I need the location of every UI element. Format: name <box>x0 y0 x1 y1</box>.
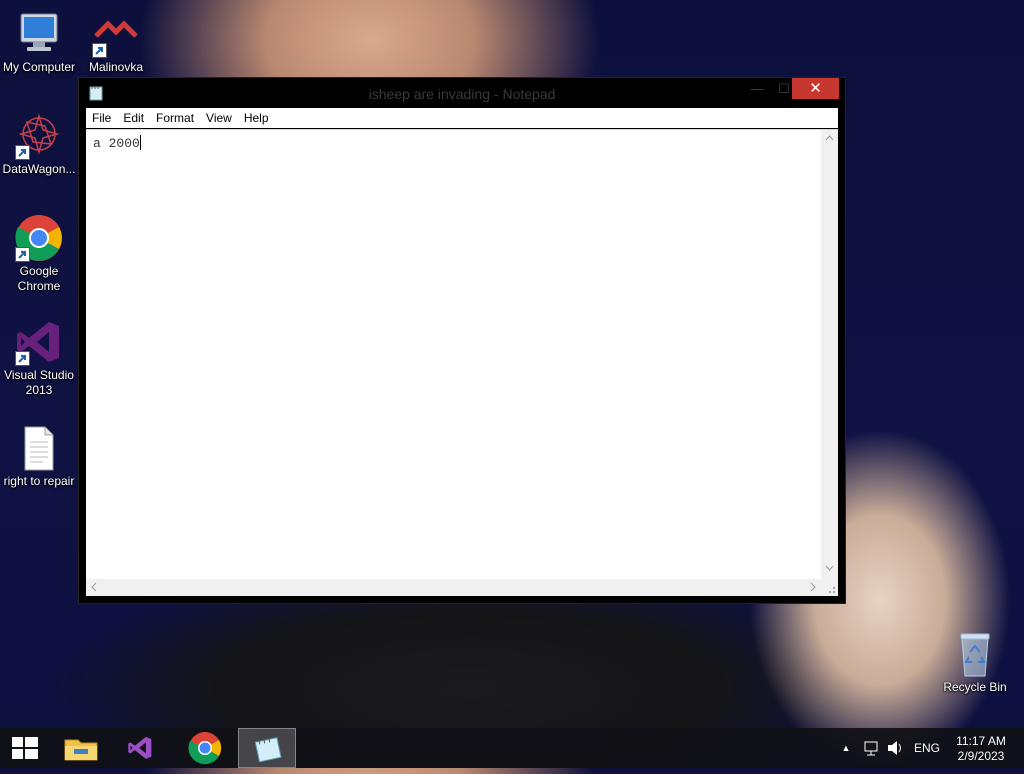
taskbar: ▲ ENG 11:17 AM 2/9/2023 <box>0 728 1024 768</box>
computer-icon <box>15 10 63 58</box>
desktop-icon-google-chrome[interactable]: Google Chrome <box>0 214 78 294</box>
desktop-icon-visual-studio[interactable]: Visual Studio 2013 <box>0 318 78 398</box>
malinovka-icon <box>92 10 140 58</box>
vertical-scrollbar[interactable] <box>821 130 838 579</box>
scroll-right-arrow-icon[interactable] <box>804 581 821 596</box>
menu-view[interactable]: View <box>200 108 238 125</box>
shortcut-arrow-icon <box>15 247 30 262</box>
menu-help[interactable]: Help <box>238 108 275 125</box>
desktop-icon-label: DataWagon... <box>2 162 76 176</box>
desktop-icon-label: My Computer <box>2 60 76 74</box>
desktop-icon-recycle-bin[interactable]: Recycle Bin <box>936 630 1014 695</box>
editor-text-line: a 2000 <box>93 135 141 151</box>
recycle-bin-icon <box>951 630 999 678</box>
desktop-icon-label: Recycle Bin <box>943 680 1007 694</box>
taskbar-chrome[interactable] <box>176 728 234 768</box>
taskbar-notepad[interactable] <box>238 728 296 768</box>
menu-format[interactable]: Format <box>150 108 200 125</box>
title-bar[interactable]: isheep are invading - Notepad — ☐ ✕ <box>79 78 845 108</box>
resize-grip-icon[interactable] <box>821 579 838 596</box>
desktop-icon-label: Google Chrome <box>17 264 61 293</box>
desktop-icon-malinovka[interactable]: Malinovka <box>77 10 155 75</box>
desktop-icon-my-computer[interactable]: My Computer <box>0 10 78 75</box>
clock[interactable]: 11:17 AM 2/9/2023 <box>948 734 1014 764</box>
desktop-icon-label: Malinovka <box>88 60 144 74</box>
visual-studio-icon <box>128 736 152 759</box>
menu-file[interactable]: File <box>86 108 117 125</box>
windows-logo-icon <box>12 737 38 759</box>
scroll-up-arrow-icon[interactable] <box>821 133 838 146</box>
language-indicator[interactable]: ENG <box>910 728 944 768</box>
clock-time: 11:17 AM <box>956 734 1006 748</box>
scroll-down-arrow-icon[interactable] <box>821 563 838 576</box>
desktop-icon-label: Visual Studio 2013 <box>4 368 74 397</box>
visual-studio-icon <box>15 318 63 366</box>
horizontal-scrollbar[interactable] <box>86 579 821 596</box>
desktop-icon-label: right to repair <box>3 474 75 488</box>
notepad-window[interactable]: isheep are invading - Notepad — ☐ ✕ File… <box>79 78 845 603</box>
shortcut-arrow-icon <box>15 145 30 160</box>
editor-content: a 2000 <box>93 136 140 151</box>
desktop-icon-datawagon[interactable]: DataWagon... <box>0 112 78 177</box>
text-file-icon <box>15 424 63 472</box>
clock-date: 2/9/2023 <box>957 749 1005 763</box>
close-button[interactable]: ✕ <box>792 78 839 99</box>
menu-bar: File Edit Format View Help <box>86 108 838 128</box>
file-explorer-icon <box>64 739 98 761</box>
scroll-left-arrow-icon[interactable] <box>86 581 103 596</box>
datawagon-icon <box>15 112 63 160</box>
text-editor[interactable]: a 2000 <box>86 129 838 596</box>
window-title: isheep are invading - Notepad <box>368 86 556 102</box>
volume-icon[interactable] <box>884 728 906 768</box>
notepad-icon <box>254 737 282 763</box>
minimize-button[interactable]: — <box>744 78 770 99</box>
shortcut-arrow-icon <box>92 43 107 58</box>
show-hidden-icons-button[interactable]: ▲ <box>838 728 854 768</box>
menu-edit[interactable]: Edit <box>117 108 150 125</box>
taskbar-visual-studio[interactable] <box>114 728 172 768</box>
shortcut-arrow-icon <box>15 351 30 366</box>
chrome-icon <box>188 732 222 765</box>
text-caret <box>139 135 141 150</box>
network-icon[interactable] <box>860 728 882 768</box>
taskbar-file-explorer[interactable] <box>52 728 110 768</box>
chrome-icon <box>15 214 63 262</box>
start-button[interactable] <box>0 728 50 768</box>
desktop-icon-right-to-repair[interactable]: right to repair <box>0 424 78 489</box>
